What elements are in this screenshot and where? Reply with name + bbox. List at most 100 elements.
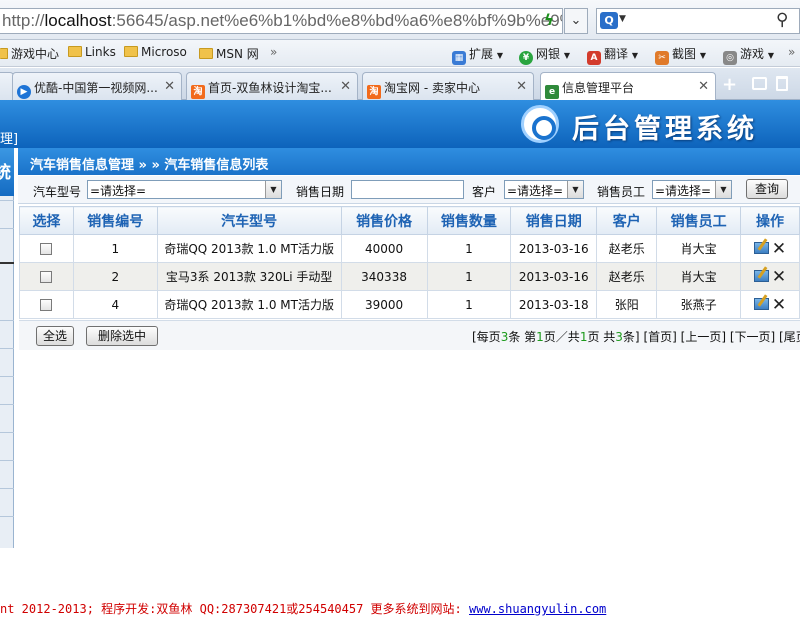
- pager-first-link[interactable]: [首页]: [643, 330, 676, 344]
- bookmark-links[interactable]: Links: [68, 45, 116, 59]
- toolbar-more-button[interactable]: »: [788, 45, 795, 59]
- new-tab-plus-icon[interactable]: +: [722, 74, 737, 95]
- chevron-down-icon: ▼: [563, 51, 570, 60]
- folder-icon: [68, 46, 82, 57]
- website-link[interactable]: www.shuangyulin.com: [469, 602, 606, 616]
- left-nav-title: 统: [0, 163, 11, 183]
- table-row: 4 奇瑞QQ 2013款 1.0 MT活力版 39000 1 2013-03-1…: [19, 290, 800, 319]
- sale-date: 2013-03-18: [510, 290, 598, 319]
- chevron-down-icon: ▼: [699, 51, 706, 60]
- tab-label: 首页-双鱼林设计淘宝...: [208, 81, 332, 95]
- search-engine-caret-icon[interactable]: ▼: [619, 14, 626, 24]
- car-model: 宝马3系 2013款 320Li 手动型: [156, 262, 342, 291]
- url-dropdown-button[interactable]: ⌄: [564, 8, 588, 34]
- col-header-actions: 操作: [740, 206, 800, 235]
- left-nav-item[interactable]: [0, 376, 14, 404]
- tab-homepage[interactable]: 淘首页-双鱼林设计淘宝... ✕: [186, 72, 358, 100]
- employee: 张燕子: [656, 290, 742, 319]
- url-prefix: http://: [2, 11, 45, 30]
- delete-icon[interactable]: ✕: [772, 239, 786, 259]
- close-icon[interactable]: ✕: [698, 79, 709, 94]
- query-button[interactable]: 查询: [746, 179, 788, 199]
- copyright-footer: nt 2012-2013; 程序开发:双鱼林 QQ:287307421或2545…: [0, 600, 606, 617]
- bookmark-microso[interactable]: Microso: [124, 45, 187, 59]
- customer-select[interactable]: =请选择= ▼: [504, 180, 584, 199]
- left-nav-item[interactable]: [0, 348, 14, 376]
- row-select-cell: [19, 234, 74, 263]
- delete-icon[interactable]: ✕: [772, 267, 786, 287]
- toolbar-label: 扩展: [469, 47, 494, 61]
- close-icon[interactable]: ✕: [516, 79, 527, 94]
- pager-text: 条 第: [508, 330, 537, 344]
- sale-price: 39000: [340, 290, 428, 319]
- edit-icon[interactable]: [753, 297, 769, 310]
- row-select-cell: [19, 290, 74, 319]
- car-model-value: =请选择=: [90, 184, 147, 198]
- customer: 张阳: [596, 290, 658, 319]
- row-checkbox[interactable]: [40, 243, 53, 255]
- tab-taobao-seller[interactable]: 淘淘宝网 - 卖家中心 ✕: [362, 72, 534, 100]
- col-header-price: 销售价格: [340, 206, 428, 235]
- col-header-select: 选择: [19, 206, 74, 235]
- sale-qty: 1: [426, 290, 512, 319]
- toolbar-extension[interactable]: ▦ 扩展 ▼: [452, 45, 503, 65]
- left-nav-item[interactable]: [0, 228, 14, 256]
- restore-window-icon[interactable]: [752, 77, 767, 90]
- delete-icon[interactable]: ✕: [772, 295, 786, 315]
- trash-icon[interactable]: [776, 76, 788, 91]
- bookmarks-more-button[interactable]: »: [270, 45, 277, 59]
- row-checkbox[interactable]: [40, 299, 53, 311]
- left-nav-item[interactable]: [0, 432, 14, 460]
- toolbar-games[interactable]: ◎ 游戏 ▼: [723, 45, 774, 65]
- ebank-icon: ¥: [519, 51, 533, 65]
- pager-text: 页／共: [543, 330, 580, 344]
- toolbar-screenshot[interactable]: ✂ 截图 ▼: [655, 45, 706, 65]
- edit-icon[interactable]: [753, 241, 769, 254]
- search-input[interactable]: [596, 8, 800, 34]
- pager-last-link[interactable]: [尾页: [779, 330, 800, 344]
- bookmark-msn[interactable]: MSN 网: [199, 45, 259, 62]
- left-nav-item[interactable]: [0, 320, 14, 348]
- customer-label: 客户: [472, 185, 497, 199]
- table-row: 2 宝马3系 2013款 320Li 手动型 340338 1 2013-03-…: [19, 262, 800, 291]
- search-engine-icon[interactable]: Q: [600, 12, 618, 29]
- left-nav-item[interactable]: [0, 200, 14, 228]
- close-icon[interactable]: ✕: [164, 79, 175, 94]
- bookmark-label: Links: [85, 45, 116, 59]
- left-nav-item[interactable]: [0, 488, 14, 516]
- row-select-cell: [19, 262, 74, 291]
- folder-icon: [199, 48, 213, 59]
- toolbar-ebank[interactable]: ¥ 网银 ▼: [519, 45, 570, 65]
- url-input[interactable]: http://localhost:56645/asp.net%e6%b1%bd%…: [0, 8, 563, 34]
- chevron-down-icon: ▼: [265, 181, 281, 198]
- row-actions: ✕: [740, 234, 800, 263]
- chevron-down-icon: ▼: [631, 51, 638, 60]
- toolbar-translate[interactable]: A 翻译 ▼: [587, 45, 638, 65]
- pager-next-link[interactable]: [下一页]: [730, 330, 775, 344]
- sales-table: 选择 销售编号 汽车型号 销售价格 销售数量 销售日期 客户 销售员工 操作 1…: [19, 206, 800, 319]
- delete-selected-button[interactable]: 删除选中: [86, 326, 158, 346]
- breadcrumb: 汽车销售信息管理 » » 汽车销售信息列表: [30, 158, 269, 173]
- left-nav-item[interactable]: [0, 460, 14, 488]
- table-header-row: 选择 销售编号 汽车型号 销售价格 销售数量 销售日期 客户 销售员工 操作: [19, 206, 800, 235]
- pager-prev-link[interactable]: [上一页]: [681, 330, 726, 344]
- bookmark-game-center[interactable]: 游戏中心: [0, 45, 59, 62]
- folder-icon: [0, 48, 8, 59]
- tab-info-platform[interactable]: e 信息管理平台 ✕: [540, 72, 716, 101]
- row-checkbox[interactable]: [40, 271, 53, 283]
- sale-date-input[interactable]: [351, 180, 464, 199]
- left-nav-item[interactable]: [0, 516, 14, 548]
- tab-youku[interactable]: ▶ 优酷-中国第一视频网... ✕: [12, 72, 182, 100]
- edit-icon[interactable]: [753, 269, 769, 282]
- col-header-date: 销售日期: [510, 206, 598, 235]
- search-icon[interactable]: ⚲: [776, 10, 788, 30]
- left-nav-item[interactable]: [0, 404, 14, 432]
- car-model-select[interactable]: =请选择= ▼: [87, 180, 282, 199]
- col-header-id: 销售编号: [72, 206, 158, 235]
- bookmark-label: MSN 网: [216, 47, 259, 61]
- copyright-text: nt 2012-2013; 程序开发:双鱼林 QQ:287307421或2545…: [0, 602, 469, 616]
- lightning-icon[interactable]: ϟ: [544, 11, 554, 29]
- employee-select[interactable]: =请选择= ▼: [652, 180, 732, 199]
- select-all-button[interactable]: 全选: [36, 326, 74, 346]
- close-icon[interactable]: ✕: [340, 79, 351, 94]
